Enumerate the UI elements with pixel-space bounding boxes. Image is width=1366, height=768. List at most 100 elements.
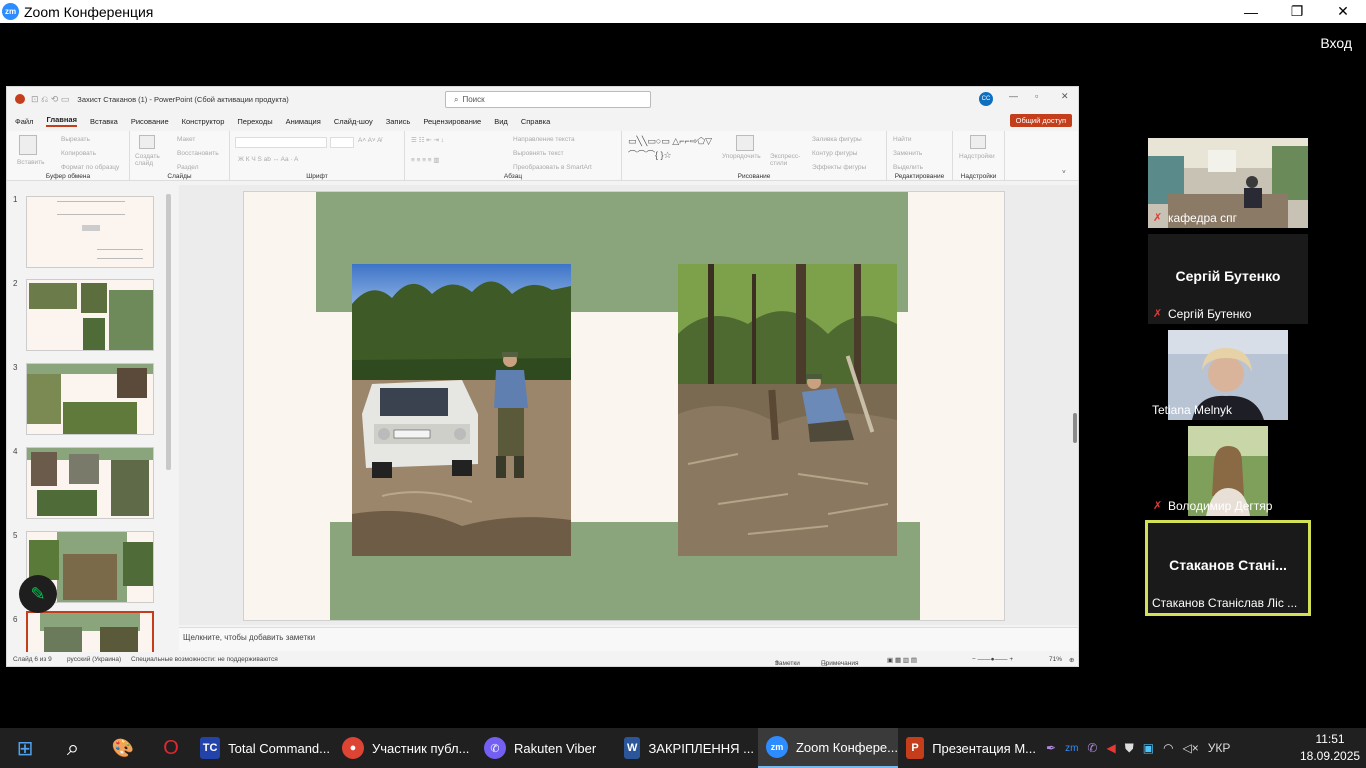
search-box[interactable]: ⌕ Поиск	[445, 91, 651, 108]
thumb-photo	[100, 627, 138, 653]
participant-display-name: Стаканов Стані...	[1169, 557, 1287, 573]
security-icon[interactable]: ⛊	[1125, 741, 1134, 756]
speaker-muted-icon[interactable]: ◀	[1106, 741, 1115, 755]
tab-transitions[interactable]: Переходы	[237, 117, 272, 126]
find-button[interactable]: Найти	[893, 136, 912, 143]
cut-button[interactable]: Вырезать	[61, 136, 90, 143]
start-windows-icon[interactable]: ⊞	[10, 728, 40, 768]
opera-icon[interactable]: O	[156, 728, 186, 768]
monitor-icon[interactable]: ▣	[1143, 741, 1154, 755]
clock[interactable]: 11:51 18.09.2025	[1300, 731, 1360, 765]
paste-button[interactable]: Вставить	[17, 159, 45, 166]
slide-scrollbar-thumb[interactable]	[1073, 413, 1077, 443]
tab-record[interactable]: Запись	[386, 117, 411, 126]
tab-design[interactable]: Конструктор	[182, 117, 225, 126]
quick-access-toolbar[interactable]: ⊡ ⎌ ⟲ ▭	[31, 94, 69, 105]
pen-icon[interactable]: ✒	[1046, 741, 1056, 755]
quick-styles-button[interactable]: Экспресс-стили	[770, 153, 804, 167]
addins-button[interactable]: Надстройки	[959, 153, 995, 160]
tab-file[interactable]: Файл	[15, 117, 33, 126]
account-avatar[interactable]: СС	[979, 92, 993, 106]
taskbar-app-chrome[interactable]: ● Участник публ...	[342, 728, 472, 768]
taskbar-app-viber[interactable]: ✆ Rakuten Viber	[484, 728, 614, 768]
minimize-button[interactable]: —	[1228, 0, 1274, 23]
participant-tile[interactable]: ✗ кафедра спг	[1148, 138, 1308, 228]
section-button[interactable]: Раздел	[177, 164, 198, 171]
list-icon[interactable]: ☰ ☷ ⇤ ⇥ ↕	[411, 136, 444, 144]
close-button[interactable]: ✕	[1320, 0, 1366, 23]
collapse-ribbon-icon[interactable]: ˅	[1062, 169, 1066, 176]
slide-thumbnail-1[interactable]	[26, 196, 154, 268]
paint-app-icon[interactable]: 🎨	[108, 728, 138, 768]
taskbar-app-powerpoint[interactable]: P Презентация М...	[906, 728, 1036, 768]
smartart-button[interactable]: Преобразовать в SmartArt	[513, 164, 592, 171]
slide-thumbnail-4[interactable]	[26, 447, 154, 519]
tab-review[interactable]: Рецензирование	[423, 117, 481, 126]
tab-slideshow[interactable]: Слайд-шоу	[334, 117, 373, 126]
tab-view[interactable]: Вид	[494, 117, 508, 126]
participant-name: Володимир Дегтяр	[1168, 499, 1273, 513]
select-button[interactable]: Выделить	[893, 164, 923, 171]
fit-slide-icon[interactable]: ⊕	[1069, 656, 1074, 664]
accessibility-status[interactable]: Специальные возможности: не поддерживают…	[131, 656, 278, 663]
zoom-slider[interactable]: − ——●—— +	[972, 656, 1013, 663]
tab-animations[interactable]: Анимация	[286, 117, 321, 126]
align-text-button[interactable]: Выровнять текст	[513, 150, 564, 157]
view-buttons-icon[interactable]: ▣ ▦ ▥ ▤	[887, 656, 917, 664]
search-icon[interactable]: ⌕	[58, 728, 88, 768]
layout-button[interactable]: Макет	[177, 136, 195, 143]
restore-button[interactable]: ❐	[1274, 0, 1320, 23]
taskbar-app-word[interactable]: W ЗАКРІПЛЕННЯ ...	[624, 728, 754, 768]
reset-button[interactable]: Восстановить	[177, 150, 219, 157]
photo-car-and-man	[352, 264, 571, 556]
tab-draw[interactable]: Рисование	[131, 117, 169, 126]
viber-tray-icon[interactable]: ✆	[1087, 741, 1097, 755]
zoom-level[interactable]: 71%	[1049, 656, 1062, 663]
new-slide-button[interactable]: Создать слайд	[135, 153, 163, 167]
font-name-field[interactable]	[235, 137, 327, 148]
font-format-icon[interactable]: Ж К Ч S ab ↔ Aa · A	[238, 156, 298, 163]
shapes-gallery-icon[interactable]: ▭╲╲▭○▭ △⌐⌐⇨⬠▽ ⌒⌒⌒{ }☆	[628, 134, 714, 162]
wifi-icon[interactable]: ◠	[1163, 741, 1173, 755]
slide-thumbnail-3[interactable]	[26, 363, 154, 435]
taskbar-app-zoom[interactable]: zm Zoom Конфере...	[758, 728, 898, 768]
font-size-icon[interactable]: A˄ A˅ A̸	[358, 137, 382, 144]
participant-tile[interactable]: Сергій Бутенко ✗ Сергій Бутенко	[1148, 234, 1308, 324]
ppt-restore-icon[interactable]: ▫	[1035, 91, 1038, 101]
shape-outline-button[interactable]: Контур фигуры	[812, 150, 857, 157]
shape-fill-button[interactable]: Заливка фигуры	[812, 136, 862, 143]
slide-thumbnail-2[interactable]	[26, 279, 154, 351]
thumbnails-scrollbar[interactable]	[166, 194, 171, 470]
participant-tile[interactable]: Tetiana Melnyk	[1148, 330, 1308, 420]
format-painter-button[interactable]: Формат по образцу	[61, 164, 119, 171]
viber-icon: ✆	[484, 737, 506, 759]
ppt-minimize-icon[interactable]: —	[1009, 91, 1018, 101]
ribbon: Вставить Вырезать Копировать Формат по о…	[7, 131, 1078, 181]
arrange-button[interactable]: Упорядочить	[722, 153, 766, 160]
taskbar-app-total-commander[interactable]: TC Total Command...	[200, 728, 330, 768]
text-direction-button[interactable]: Направление текста	[513, 136, 575, 143]
tab-home[interactable]: Главная	[46, 115, 77, 127]
current-slide[interactable]	[243, 191, 1005, 621]
font-size-field[interactable]	[330, 137, 354, 148]
shape-effects-button[interactable]: Эффекты фигуры	[812, 164, 866, 171]
replace-button[interactable]: Заменить	[893, 150, 922, 157]
active-speaker-tile[interactable]: Стаканов Стані... Стаканов Станіслав Ліс…	[1145, 520, 1311, 616]
participant-tile[interactable]: ✗ Володимир Дегтяр	[1148, 426, 1308, 516]
zoom-tray-icon[interactable]: zm	[1065, 743, 1078, 754]
notes-pane[interactable]: Щелкните, чтобы добавить заметки	[179, 627, 1078, 651]
language-indicator[interactable]: русский (Украина)	[67, 656, 121, 663]
copy-button[interactable]: Копировать	[61, 150, 96, 157]
ppt-close-icon[interactable]: ✕	[1061, 91, 1069, 102]
muted-mic-icon: ✗	[1153, 500, 1163, 512]
tab-help[interactable]: Справка	[521, 117, 550, 126]
volume-icon[interactable]: ◁×	[1183, 741, 1199, 755]
tab-insert[interactable]: Вставка	[90, 117, 118, 126]
annotate-pen-icon[interactable]: ✎	[19, 575, 57, 613]
language-indicator[interactable]: УКР	[1208, 741, 1231, 755]
thumb-photo	[117, 368, 147, 398]
slide-number: 1	[13, 195, 18, 204]
align-icon[interactable]: ≡ ≡ ≡ ≡ ▥	[411, 156, 440, 164]
share-button[interactable]: Общий доступ	[1009, 114, 1072, 127]
login-button[interactable]: Вход	[1320, 35, 1352, 51]
